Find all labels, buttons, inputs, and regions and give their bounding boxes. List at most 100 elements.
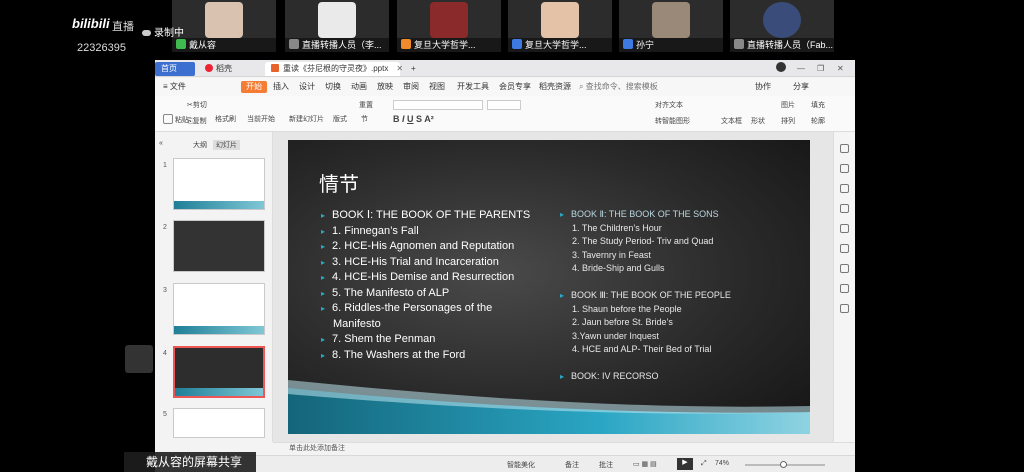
play-from-current-button[interactable]: 当前开始 bbox=[247, 114, 275, 124]
style-icon[interactable] bbox=[840, 164, 849, 173]
slide-thumbnail[interactable] bbox=[173, 220, 265, 272]
zoom-slider-handle[interactable] bbox=[780, 461, 787, 468]
paste-icon bbox=[163, 114, 173, 124]
menu-member[interactable]: 会员专享 bbox=[499, 81, 531, 93]
book-one-heading: BOOK Ⅰ: THE BOOK OF THE PARENTS bbox=[332, 209, 531, 221]
command-search[interactable]: ⌕ 查找命令、搜索模板 bbox=[579, 81, 658, 93]
participant-name: 复旦大学哲学... bbox=[414, 40, 476, 50]
tab-docer-label: 稻壳 bbox=[216, 64, 232, 73]
ribbon-toolbar: 粘贴 ✂剪切 ⎘复制 格式刷 当前开始 新建幻灯片 版式 节 重置 B I U … bbox=[155, 96, 855, 132]
slide-thumbnail[interactable] bbox=[173, 283, 265, 335]
normal-view-icon[interactable]: ▭ ▦ ▤ bbox=[633, 460, 657, 468]
menu-transition[interactable]: 切换 bbox=[325, 81, 341, 93]
convert-smartart-button[interactable]: 转智能图形 bbox=[655, 116, 690, 126]
slide-thumbnail-current[interactable] bbox=[173, 346, 265, 398]
user-avatar[interactable] bbox=[770, 62, 792, 76]
comments-toggle-button[interactable]: 批注 bbox=[599, 460, 613, 470]
share-button[interactable]: 分享 bbox=[793, 81, 809, 93]
arrange-button[interactable]: 排列 bbox=[781, 116, 795, 126]
format-painter-button[interactable]: 格式刷 bbox=[215, 114, 236, 124]
shape-button[interactable]: 形状 bbox=[751, 116, 765, 126]
share-toolbar-button[interactable] bbox=[125, 345, 153, 373]
font-size-select[interactable] bbox=[487, 100, 521, 110]
section-button[interactable]: 节 bbox=[361, 114, 368, 124]
fill-button[interactable]: 填充 bbox=[811, 100, 825, 110]
search-icon: ⌕ bbox=[579, 82, 586, 91]
menu-animation[interactable]: 动画 bbox=[351, 81, 367, 93]
property-icon[interactable] bbox=[840, 144, 849, 153]
restore-button[interactable]: ❐ bbox=[811, 62, 830, 76]
close-window-button[interactable]: ✕ bbox=[831, 62, 850, 76]
new-tab-button[interactable]: + bbox=[405, 62, 422, 76]
menu-view[interactable]: 视图 bbox=[429, 81, 445, 93]
tab-docer[interactable]: 稻壳 bbox=[199, 62, 238, 76]
current-slide[interactable]: 情节 ▸ BOOK Ⅰ: THE BOOK OF THE PARENTS ▸ 1. … bbox=[288, 140, 810, 434]
mic-off-icon bbox=[289, 39, 299, 49]
recording-indicator: 录制中 bbox=[142, 24, 184, 39]
participant-tile[interactable]: 复旦大学哲学... bbox=[397, 0, 501, 52]
menu-design[interactable]: 设计 bbox=[299, 81, 315, 93]
copy-button[interactable]: ⎘复制 bbox=[187, 116, 207, 126]
shape-icon[interactable] bbox=[840, 244, 849, 253]
participant-tile[interactable]: 戴从容 bbox=[172, 0, 276, 52]
cut-button[interactable]: ✂剪切 bbox=[187, 100, 207, 110]
reset-button[interactable]: 重置 bbox=[359, 100, 373, 110]
font-family-select[interactable] bbox=[393, 100, 483, 110]
play-slideshow-button[interactable]: ▶ bbox=[677, 458, 693, 470]
participant-tile[interactable]: 孙宁 bbox=[619, 0, 723, 52]
tab-document[interactable]: 重读《芬尼根的守灵夜》.pptx ✕ bbox=[265, 62, 403, 76]
transition-icon[interactable] bbox=[840, 204, 849, 213]
user-icon bbox=[512, 39, 522, 49]
presentation-app-window: 首页 稻壳 重读《芬尼根的守灵夜》.pptx ✕ + — ❐ ✕ ≡ 文件 开始 … bbox=[155, 60, 855, 472]
slide-thumbnail[interactable] bbox=[173, 158, 265, 210]
menu-review[interactable]: 审阅 bbox=[403, 81, 419, 93]
new-slide-button[interactable]: 新建幻灯片 bbox=[289, 114, 324, 124]
menu-file[interactable]: ≡ 文件 bbox=[163, 81, 186, 93]
slide-number: 1 bbox=[163, 162, 167, 169]
participant-tile[interactable]: 复旦大学哲学... bbox=[508, 0, 612, 52]
notes-field[interactable]: 单击此处添加备注 bbox=[273, 442, 855, 455]
align-text-button[interactable]: 对齐文本 bbox=[655, 100, 683, 110]
user-icon bbox=[623, 39, 633, 49]
picture-button[interactable]: 图片 bbox=[781, 100, 795, 110]
list-item: ▸ 3. HCE-His Trial and Incarceration bbox=[321, 255, 499, 268]
help-icon[interactable] bbox=[840, 264, 849, 273]
menu-developer[interactable]: 开发工具 bbox=[457, 81, 489, 93]
collapse-panel-icon[interactable]: « bbox=[159, 140, 163, 147]
text-box-button[interactable]: 文本框 bbox=[721, 116, 742, 126]
list-item: ▸ 4. HCE-His Demise and Resurrection bbox=[321, 271, 515, 283]
slide-thumbnail[interactable] bbox=[173, 408, 265, 438]
cube-icon[interactable] bbox=[840, 304, 849, 313]
participant-tile[interactable]: 直播转播人员（李... bbox=[285, 0, 389, 52]
bullet-icon: ▸ bbox=[321, 211, 326, 220]
close-tab-icon[interactable]: ✕ bbox=[396, 64, 403, 73]
location-icon[interactable] bbox=[840, 284, 849, 293]
picture-icon[interactable] bbox=[840, 224, 849, 233]
notes-toggle-button[interactable]: 备注 bbox=[565, 460, 579, 470]
participant-name: 直播转播人员（李... bbox=[302, 40, 382, 50]
list-item-continuation: Manifesto bbox=[333, 317, 381, 330]
smart-beautify-button[interactable]: 智能美化 bbox=[507, 460, 535, 470]
list-item: 2. Jaun before St. Bride’s bbox=[572, 317, 673, 327]
participant-tile[interactable]: 直播转播人员（Fab... bbox=[730, 0, 834, 52]
list-item: ▸ 1. Finnegan’s Fall bbox=[321, 224, 419, 237]
mic-off-icon bbox=[734, 39, 744, 49]
zoom-level[interactable]: 74% bbox=[715, 460, 729, 467]
font-style-group[interactable]: B I U S A² bbox=[393, 114, 434, 124]
menu-start[interactable]: 开始 bbox=[241, 81, 267, 93]
fit-icon[interactable]: ⤢ bbox=[701, 460, 707, 468]
menu-insert[interactable]: 插入 bbox=[273, 81, 289, 93]
avatar bbox=[430, 2, 468, 38]
collab-button[interactable]: 协作 bbox=[755, 81, 771, 93]
tab-home[interactable]: 首页 bbox=[155, 62, 195, 76]
mic-icon bbox=[176, 39, 186, 49]
layout-button[interactable]: 版式 bbox=[333, 114, 347, 124]
outline-button[interactable]: 轮廓 bbox=[811, 116, 825, 126]
minimize-button[interactable]: — bbox=[791, 62, 811, 76]
menu-docer-resources[interactable]: 稻壳资源 bbox=[539, 81, 571, 93]
tab-slides[interactable]: 幻灯片 bbox=[213, 140, 240, 150]
menu-slideshow[interactable]: 放映 bbox=[377, 81, 393, 93]
star-icon[interactable] bbox=[840, 184, 849, 193]
paste-button[interactable]: 粘贴 bbox=[163, 114, 189, 125]
tab-outline[interactable]: 大纲 bbox=[193, 140, 207, 150]
